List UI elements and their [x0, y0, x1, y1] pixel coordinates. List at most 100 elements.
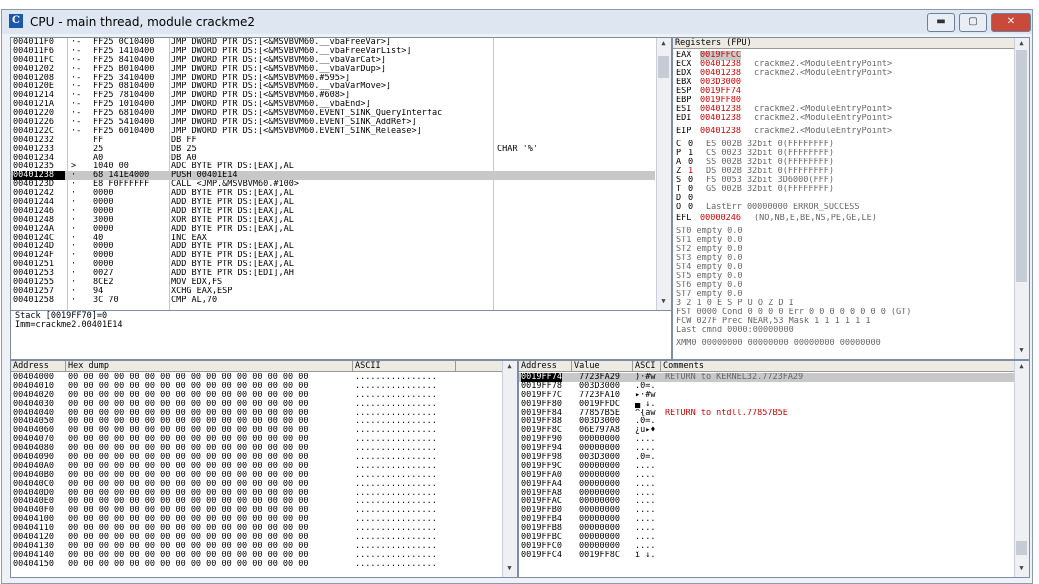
fpu-register[interactable]: ST0 empty 0.0	[676, 227, 743, 236]
stack-row[interactable]: 0019FFA4 00000000....	[519, 480, 1015, 489]
flag-value[interactable]: 1	[688, 167, 693, 176]
dump-row[interactable]: 00404110 00 00 00 00 00 00 00 00 00 00 00…	[11, 524, 503, 533]
stack-row[interactable]: 0019FF8C 06E797A8 ¿ù▸♦	[519, 426, 1015, 435]
dump-row[interactable]: 00404130 00 00 00 00 00 00 00 00 00 00 00…	[11, 542, 503, 551]
register-value[interactable]: 00401238	[700, 60, 741, 69]
register-row[interactable]: ST6 empty 0.0	[676, 281, 1014, 290]
flag-value[interactable]: 0	[688, 176, 693, 185]
disasm-row[interactable]: 00401234 A0 DB A0	[11, 154, 655, 163]
register-row[interactable]: Last cmnd 0000:00000000	[676, 326, 1014, 335]
register-row[interactable]: ESP 0019FF74	[676, 87, 1014, 96]
disasm-row[interactable]: 004011F0 ·- FF25 0C10400 JMP DWORD PTR DS:[…	[11, 38, 655, 47]
disasm-row[interactable]: 00401257 · 94 XCHG EAX,ESP	[11, 287, 655, 296]
dump-row[interactable]: 004040A0 00 00 00 00 00 00 00 00 00 00 00…	[11, 462, 503, 471]
flag-value[interactable]: 0	[688, 158, 693, 167]
scroll-up-icon[interactable]: ▲	[1016, 39, 1027, 49]
disasm-row[interactable]: 00401214 ·- FF25 7810400 JMP DWORD PTR DS:[…	[11, 91, 655, 100]
register-row[interactable]: ST4 empty 0.0	[676, 263, 1014, 272]
stack-col-address[interactable]: Address	[519, 361, 572, 371]
register-row[interactable]: EBX 003D3000	[676, 78, 1014, 87]
dump-row[interactable]: 00404120 00 00 00 00 00 00 00 00 00 00 00…	[11, 533, 503, 542]
stack-row[interactable]: 0019FF74 7723FA29)·#w RETURN to KERNEL32.7…	[519, 373, 1015, 382]
scroll-up-icon[interactable]: ▲	[504, 362, 515, 372]
register-row[interactable]: ST1 empty 0.0	[676, 236, 1014, 245]
fpu-register[interactable]: ST3 empty 0.0	[676, 254, 743, 263]
disassembly-scrollbar[interactable]: ▲ ▼	[656, 38, 671, 310]
title-bar[interactable]: C CPU - main thread, module crackme2 ▬ ▢…	[2, 10, 1032, 34]
register-row[interactable]: EFL 00000246 (NO,NB,E,BE,NS,PE,GE,LE)	[676, 214, 1014, 223]
stack-scrollbar[interactable]: ▲ ▼	[1014, 361, 1029, 577]
stack-row[interactable]: 0019FFA8 00000000....	[519, 489, 1015, 498]
register-row[interactable]: EBP 0019FF80	[676, 96, 1014, 105]
register-value[interactable]: 00401238	[700, 114, 741, 123]
stack-row[interactable]: 0019FF84 77857B5E ^{àw RETURN to ntdll.7785…	[519, 409, 1015, 418]
register-row[interactable]: EIP 00401238 crackme2.<ModuleEntryPoint>	[676, 127, 1014, 136]
disasm-row[interactable]: 00401246 · 0000 ADD BYTE PTR DS:[EAX],AL	[11, 207, 655, 216]
close-button[interactable]: ✕	[991, 13, 1031, 32]
register-row[interactable]: XMM0 00000000 00000000 00000000 00000000	[676, 339, 1014, 348]
disasm-row[interactable]: 0040123D · E8 F0FFFFFF CALL <JMP.&MSVBVM60.…	[11, 180, 655, 189]
disasm-row[interactable]: 00401226 ·- FF25 5410400 JMP DWORD PTR DS:[…	[11, 118, 655, 127]
register-row[interactable]: EAX 0019FFCC	[676, 51, 1014, 60]
register-row[interactable]: P 1 CS 0023 32bit 0(FFFFFFFF)	[676, 149, 1014, 158]
disasm-row[interactable]: 0040124F · 0000 ADD BYTE PTR DS:[EAX],AL	[11, 251, 655, 260]
maximize-button[interactable]: ▢	[959, 13, 987, 32]
scroll-thumb[interactable]	[658, 56, 669, 78]
stack-row[interactable]: 0019FF88 003D3000 .0=.	[519, 417, 1015, 426]
dump-row[interactable]: 00404010 00 00 00 00 00 00 00 00 00 00 00…	[11, 382, 503, 391]
dump-row[interactable]: 00404040 00 00 00 00 00 00 00 00 00 00 00…	[11, 409, 503, 418]
dump-col-ascii[interactable]: ASCII	[353, 361, 456, 371]
disasm-row[interactable]: 00401232 FF DB FF	[11, 136, 655, 145]
stack-row[interactable]: 0019FF98 003D3000 .0=.	[519, 453, 1015, 462]
disasm-row[interactable]: 0040124A · 0000 ADD BYTE PTR DS:[EAX],AL	[11, 225, 655, 234]
disasm-row[interactable]: 00401233 25 DB 25 CHAR '%'	[11, 145, 655, 154]
flag-value[interactable]: 0	[688, 140, 693, 149]
dump-scrollbar[interactable]: ▲ ▼	[502, 361, 517, 577]
dump-row[interactable]: 004040C0 00 00 00 00 00 00 00 00 00 00 00…	[11, 480, 503, 489]
disasm-row[interactable]: 00401220 ·- FF25 6810400 JMP DWORD PTR DS:[…	[11, 109, 655, 118]
dump-col-hex[interactable]: Hex dump	[66, 361, 353, 371]
flag-value[interactable]: 0	[688, 185, 693, 194]
disasm-row[interactable]: 00401244 · 0000 ADD BYTE PTR DS:[EAX],AL	[11, 198, 655, 207]
disasm-row[interactable]: 0040124D · 0000 ADD BYTE PTR DS:[EAX],AL	[11, 242, 655, 251]
scroll-up-icon[interactable]: ▲	[1016, 362, 1027, 372]
dump-row[interactable]: 00404070 00 00 00 00 00 00 00 00 00 00 00…	[11, 435, 503, 444]
dump-row[interactable]: 00404080 00 00 00 00 00 00 00 00 00 00 00…	[11, 444, 503, 453]
stack-col-comments[interactable]: Comments	[661, 361, 1013, 371]
register-row[interactable]: FCW 027F Prec NEAR,53 Mask 1 1 1 1 1 1	[676, 317, 1014, 326]
registers-scrollbar[interactable]: ▲ ▼	[1014, 38, 1029, 359]
scroll-down-icon[interactable]: ▼	[504, 564, 515, 574]
stack-row[interactable]: 0019FFB4 00000000....	[519, 515, 1015, 524]
disasm-row[interactable]: 00401238 · 68 141E4000 PUSH 00401E14	[11, 171, 655, 181]
register-row[interactable]: S 0 FS 0053 32bit 3D6000(FFF)	[676, 176, 1014, 185]
dump-col-address[interactable]: Address	[11, 361, 66, 371]
efl-value[interactable]: 00000246	[700, 214, 741, 223]
disasm-row[interactable]: 0040120E ·- FF25 0810400 JMP DWORD PTR DS:[…	[11, 82, 655, 91]
stack-col-ascii[interactable]: ASCI	[633, 361, 661, 371]
register-row[interactable]: D0	[676, 194, 1014, 203]
stack-row[interactable]: 0019FF80 0019FFDC ▄ ↓.	[519, 400, 1015, 409]
fpu-register[interactable]: ST5 empty 0.0	[676, 272, 743, 281]
disasm-row[interactable]: 00401251 · 0000 ADD BYTE PTR DS:[EAX],AL	[11, 260, 655, 269]
dump-row[interactable]: 004040B0 00 00 00 00 00 00 00 00 00 00 00…	[11, 471, 503, 480]
register-value[interactable]: 00401238	[700, 105, 741, 114]
stack-col-value[interactable]: Value	[572, 361, 633, 371]
flag-value[interactable]: 0	[688, 194, 693, 203]
register-row[interactable]: 3 2 1 0 E S P U O Z D I	[676, 299, 1014, 308]
disasm-row[interactable]: 0040121A ·- FF25 1010400 JMP DWORD PTR DS:[…	[11, 100, 655, 109]
register-row[interactable]: Z 1 DS 002B 32bit 0(FFFFFFFF)	[676, 167, 1014, 176]
dump-row[interactable]: 00404060 00 00 00 00 00 00 00 00 00 00 00…	[11, 426, 503, 435]
register-row[interactable]: A 0 SS 002B 32bit 0(FFFFFFFF)	[676, 158, 1014, 167]
stack-row[interactable]: 0019FFAC 00000000....	[519, 497, 1015, 506]
register-row[interactable]: ESI 00401238 crackme2.<ModuleEntryPoint>	[676, 105, 1014, 114]
dump-row[interactable]: 00404030 00 00 00 00 00 00 00 00 00 00 00…	[11, 400, 503, 409]
dump-row[interactable]: 00404020 00 00 00 00 00 00 00 00 00 00 00…	[11, 391, 503, 400]
dump-row[interactable]: 00404100 00 00 00 00 00 00 00 00 00 00 00…	[11, 515, 503, 524]
scroll-down-icon[interactable]: ▼	[1016, 346, 1027, 356]
minimize-button[interactable]: ▬	[927, 13, 955, 32]
register-row[interactable]: ST2 empty 0.0	[676, 245, 1014, 254]
dump-row[interactable]: 00404000 00 00 00 00 00 00 00 00 00 00 00…	[11, 373, 503, 382]
disasm-row[interactable]: 004011F6 ·- FF25 1410400 JMP DWORD PTR DS:[…	[11, 47, 655, 56]
flag-value[interactable]: 1	[688, 149, 693, 158]
scroll-up-icon[interactable]: ▲	[658, 39, 669, 49]
